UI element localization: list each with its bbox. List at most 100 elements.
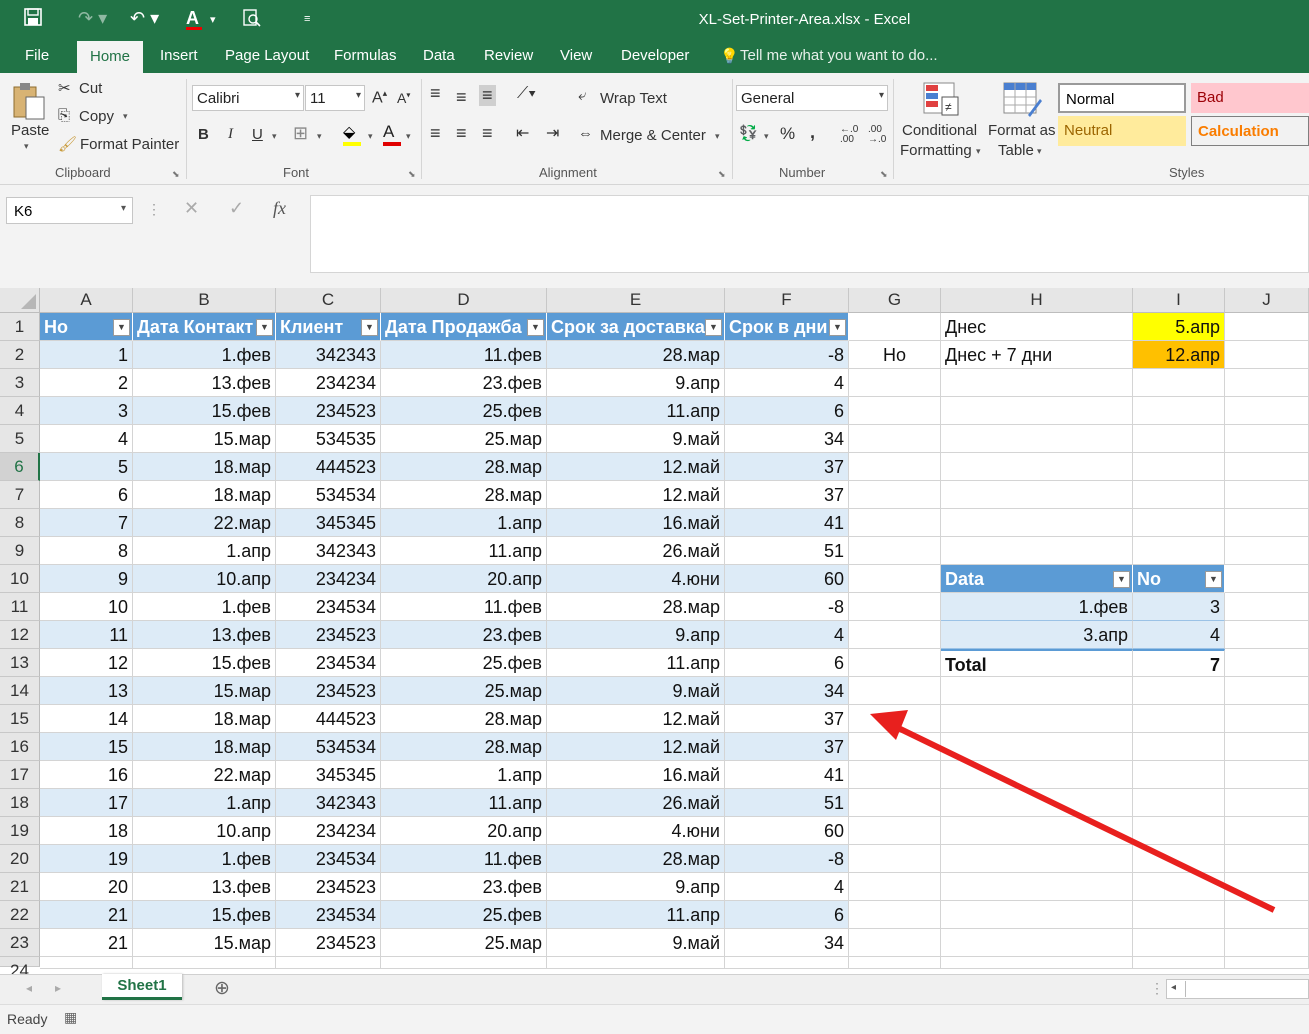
chevron-down-icon[interactable]: ▾ [272,131,277,142]
grid-cell[interactable] [1133,929,1225,957]
table-cell[interactable]: 1.апр [381,509,547,537]
column-header-f[interactable]: F [725,288,849,313]
column-header-a[interactable]: A [40,288,133,313]
grid-cell[interactable] [276,957,381,969]
table-cell[interactable]: 4.юни [547,565,725,593]
table-cell[interactable]: 28.мар [381,453,547,481]
table-cell[interactable]: 234523 [276,929,381,957]
table-cell[interactable]: 13.фев [133,621,276,649]
table-cell[interactable]: 34 [725,425,849,453]
table-header-cell[interactable]: Но ▼ [40,313,133,341]
table-cell[interactable]: 234534 [276,593,381,621]
conditional-formatting-label[interactable]: Formatting [900,142,972,159]
table-cell[interactable]: 13 [40,677,133,705]
table-cell[interactable]: 234234 [276,817,381,845]
filter-dropdown-icon[interactable]: ▼ [705,319,722,336]
table-cell[interactable]: 12.май [547,705,725,733]
table-cell[interactable]: 12.май [547,481,725,509]
align-bottom-icon[interactable]: ≡ [479,85,496,106]
table-cell[interactable]: 1.апр [133,537,276,565]
table-cell[interactable]: 18 [40,817,133,845]
table-cell[interactable]: 37 [725,733,849,761]
table-cell[interactable]: 4 [725,621,849,649]
filter-dropdown-icon[interactable]: ▼ [1205,571,1222,588]
table-cell[interactable]: 18.мар [133,453,276,481]
table-header-cell[interactable]: Срок за доставка ▼ [547,313,725,341]
grid-cell[interactable] [941,509,1133,537]
tab-home[interactable]: Home [77,41,144,73]
table-cell[interactable]: 25.фев [381,397,547,425]
filter-dropdown-icon[interactable]: ▼ [1113,571,1130,588]
wrap-text-button[interactable]: Wrap Text [600,90,667,107]
table-cell[interactable]: 51 [725,537,849,565]
table-cell[interactable]: 1.апр [133,789,276,817]
chevron-down-icon[interactable]: ▾ [24,141,29,152]
chevron-down-icon[interactable]: ▾ [368,131,373,142]
style-normal[interactable]: Normal [1058,83,1186,113]
grid-cell[interactable] [1133,397,1225,425]
grid-cell[interactable] [849,621,941,649]
column-header-h[interactable]: H [941,288,1133,313]
chevron-down-icon[interactable]: ▾ [976,146,981,157]
scroll-right-icon[interactable]: ▸ [55,981,61,995]
align-center-icon[interactable]: ≡ [456,123,467,144]
format-as-table-icon[interactable] [1002,81,1042,119]
grid-cell[interactable] [1225,537,1309,565]
table-cell[interactable]: 5 [40,453,133,481]
table-cell[interactable]: 12 [40,649,133,677]
enter-icon[interactable]: ✓ [229,198,244,219]
row-header[interactable]: 6 [0,453,40,481]
grid-cell[interactable] [849,565,941,593]
table-cell[interactable]: 16 [40,761,133,789]
grid-cell[interactable] [849,397,941,425]
tab-developer[interactable]: Developer [621,47,689,64]
orientation-icon[interactable]: ⟋▾ [517,85,536,103]
grid-cell[interactable] [1225,649,1309,677]
borders-icon[interactable]: ⊞ [293,123,308,144]
grid-cell[interactable] [941,397,1133,425]
conditional-formatting-button[interactable]: Conditional [902,122,977,139]
grid-cell[interactable] [1225,453,1309,481]
currency-icon[interactable]: 💱 [739,124,758,142]
table-cell[interactable]: 342343 [276,537,381,565]
table-cell[interactable]: 18.мар [133,705,276,733]
row-header[interactable]: 24 [0,957,40,980]
grid-cell[interactable] [849,313,941,341]
row-header[interactable]: 14 [0,677,40,705]
table-cell[interactable]: 234523 [276,873,381,901]
sheet-tab-sheet1[interactable]: Sheet1 [102,974,182,1000]
italic-button[interactable]: I [228,126,233,143]
row-header[interactable]: 23 [0,929,40,957]
table-cell[interactable]: 13.фев [133,369,276,397]
table-cell[interactable]: 15.мар [133,929,276,957]
column-header-i[interactable]: I [1133,288,1225,313]
scroll-left-icon[interactable]: ◂ [26,981,32,995]
comma-button[interactable]: , [810,122,815,143]
grid-cell[interactable] [1133,537,1225,565]
table-cell[interactable]: 11.апр [547,397,725,425]
table-cell[interactable]: 444523 [276,705,381,733]
grid-cell[interactable] [1225,509,1309,537]
table-cell[interactable]: 9.май [547,677,725,705]
table-cell[interactable]: 4 [40,425,133,453]
table-cell[interactable]: 51 [725,789,849,817]
grid-cell[interactable] [1225,929,1309,957]
table-cell[interactable]: 11.апр [381,789,547,817]
row-header[interactable]: 9 [0,537,40,565]
table-cell[interactable]: 22.мар [133,761,276,789]
grid-cell[interactable] [1225,425,1309,453]
table-cell[interactable]: 11.апр [547,901,725,929]
insert-function-button[interactable]: fx [273,198,286,219]
format-painter-button[interactable]: Format Painter [80,136,179,153]
grid-cell[interactable] [1133,481,1225,509]
table-cell[interactable]: 2 [40,369,133,397]
table-cell[interactable]: 28.мар [381,733,547,761]
decrease-indent-icon[interactable]: ⇤ [516,123,529,143]
grid-cell[interactable] [941,537,1133,565]
font-name-select[interactable]: Calibri ▾ [192,85,304,111]
table-cell[interactable]: 234534 [276,649,381,677]
row-header[interactable]: 4 [0,397,40,425]
grid-cell[interactable] [1133,425,1225,453]
grid-cell[interactable] [849,481,941,509]
filter-dropdown-icon[interactable]: ▼ [527,319,544,336]
